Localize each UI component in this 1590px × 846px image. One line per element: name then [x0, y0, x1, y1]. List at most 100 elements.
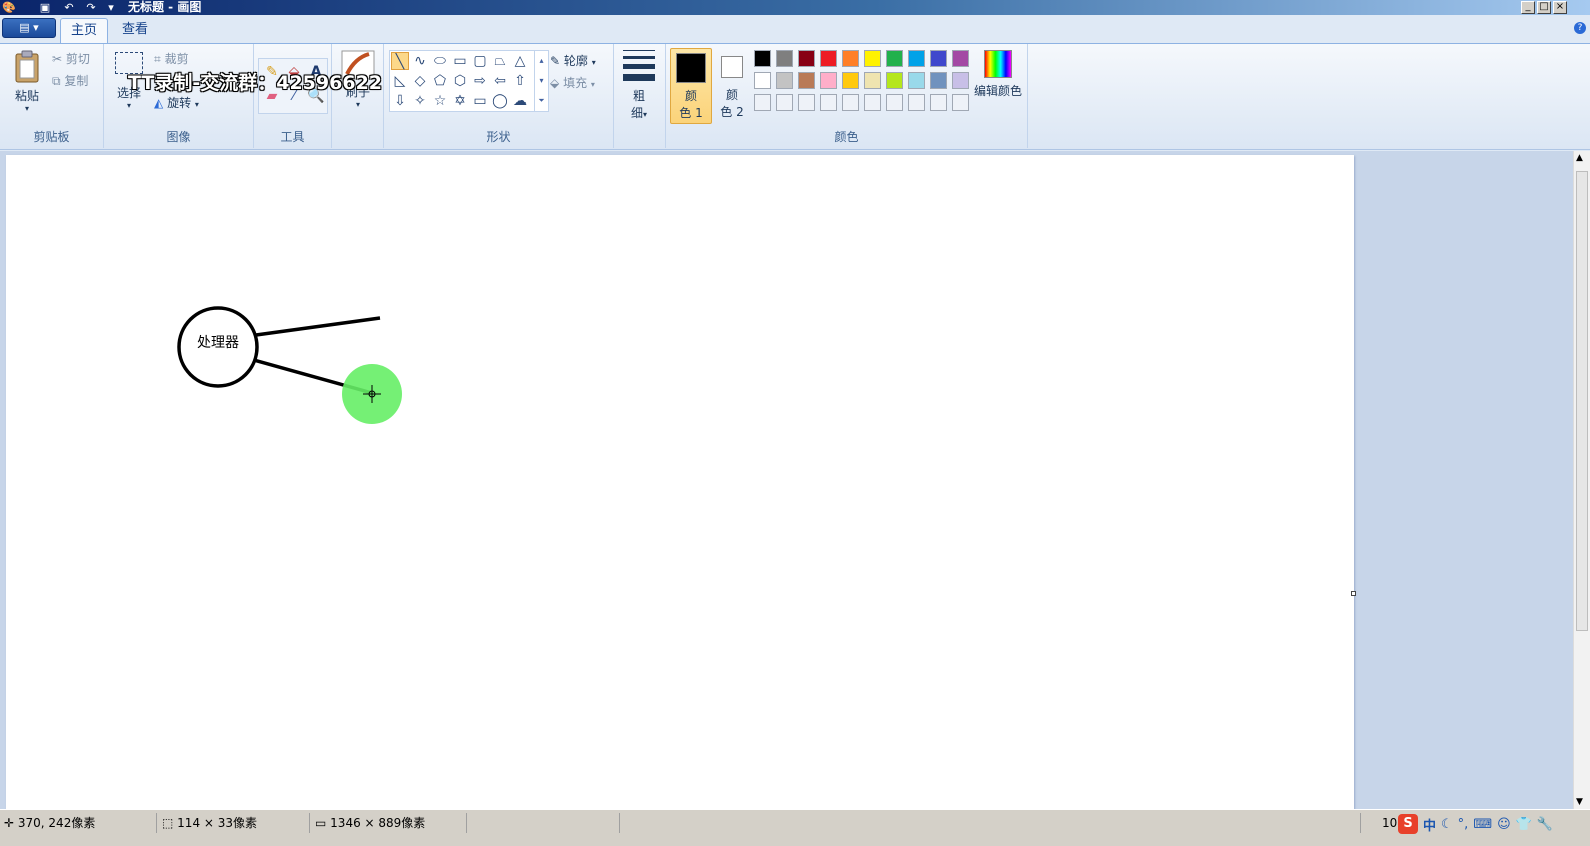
- tab-home[interactable]: 主页: [60, 18, 109, 43]
- up-arrow-shape-icon[interactable]: ⇧: [511, 72, 529, 90]
- right-triangle-shape-icon[interactable]: ◺: [391, 72, 409, 90]
- five-point-star-shape-icon[interactable]: ☆: [431, 92, 449, 110]
- maximize-button[interactable]: □: [1537, 1, 1551, 14]
- copy-button[interactable]: ⧉ 复制: [52, 72, 88, 89]
- cut-button[interactable]: ✂ 剪切: [52, 50, 90, 67]
- size-label-line1: 粗: [632, 89, 645, 103]
- palette-empty-swatch[interactable]: [798, 94, 815, 111]
- oval-shape-icon[interactable]: ⬭: [431, 52, 449, 70]
- shirt-icon[interactable]: 👕: [1516, 817, 1532, 832]
- halfwidth-moon-icon[interactable]: ☾: [1441, 817, 1453, 832]
- customize-qat-icon[interactable]: ▾: [104, 1, 118, 14]
- four-point-star-shape-icon[interactable]: ✧: [411, 92, 429, 110]
- size-button[interactable]: 粗 细▾: [622, 50, 656, 120]
- palette-empty-swatch[interactable]: [820, 94, 837, 111]
- rotate-button[interactable]: ◭ 旋转 ▾: [154, 94, 199, 111]
- close-button[interactable]: ×: [1553, 1, 1567, 14]
- scroll-down-icon[interactable]: ▼: [1576, 797, 1583, 807]
- tab-view[interactable]: 查看: [112, 18, 158, 43]
- copy-icon: ⧉: [52, 74, 61, 88]
- vertical-scrollbar[interactable]: ▲ ▼: [1573, 151, 1590, 809]
- palette-swatch[interactable]: [930, 50, 947, 67]
- minimize-button[interactable]: _: [1521, 1, 1535, 14]
- paint-app-icon[interactable]: 🎨: [2, 1, 16, 14]
- palette-swatch[interactable]: [908, 72, 925, 89]
- save-icon[interactable]: ▣: [38, 1, 52, 14]
- sogou-ime-icon[interactable]: S: [1398, 814, 1418, 834]
- palette-swatch[interactable]: [886, 72, 903, 89]
- palette-swatch[interactable]: [798, 72, 815, 89]
- undo-icon[interactable]: ↶: [62, 1, 76, 14]
- palette-swatch[interactable]: [864, 50, 881, 67]
- scrollbar-thumb[interactable]: [1576, 171, 1588, 631]
- cursor-position-icon: ✛: [4, 816, 15, 830]
- palette-swatch[interactable]: [930, 72, 947, 89]
- tools-group-label: 工具: [280, 130, 305, 144]
- palette-swatch[interactable]: [886, 50, 903, 67]
- palette-empty-swatch[interactable]: [930, 94, 947, 111]
- keyboard-icon[interactable]: ⌨: [1473, 817, 1492, 832]
- triangle-shape-icon[interactable]: △: [511, 52, 529, 70]
- redo-icon[interactable]: ↷: [84, 1, 98, 14]
- shapes-expand-icon[interactable]: ⏷: [535, 91, 548, 111]
- ime-mode-indicator[interactable]: 中: [1423, 815, 1436, 834]
- palette-empty-swatch[interactable]: [864, 94, 881, 111]
- palette-swatch[interactable]: [842, 72, 859, 89]
- shapes-scroll-down-icon[interactable]: ▾: [535, 71, 548, 91]
- crop-button[interactable]: ⌗ 裁剪: [154, 50, 189, 67]
- pentagon-shape-icon[interactable]: ⬠: [431, 72, 449, 90]
- rectangle-shape-icon[interactable]: ▭: [451, 52, 469, 70]
- edit-colors-button[interactable]: 编辑颜色: [972, 50, 1024, 120]
- rounded-rectangle-shape-icon[interactable]: ▢: [471, 52, 489, 70]
- cloud-callout-shape-icon[interactable]: ☁: [511, 92, 529, 110]
- palette-swatch[interactable]: [820, 72, 837, 89]
- palette-swatch[interactable]: [776, 50, 793, 67]
- palette-empty-swatch[interactable]: [842, 94, 859, 111]
- status-empty-pane: [468, 813, 620, 833]
- app-menu-button[interactable]: ▤ ▾: [2, 18, 56, 38]
- hexagon-shape-icon[interactable]: ⬡: [451, 72, 469, 90]
- palette-swatch[interactable]: [952, 50, 969, 67]
- shapes-scroll[interactable]: ▴ ▾ ⏷: [534, 51, 548, 111]
- palette-swatch[interactable]: [952, 72, 969, 89]
- outline-button[interactable]: ✎ 轮廓 ▾: [550, 52, 596, 69]
- paste-button[interactable]: 粘贴 ▾: [8, 50, 46, 118]
- system-tray: S 中 ☾ °, ⌨ ☺ 👕 🔧: [1398, 810, 1590, 838]
- palette-swatch[interactable]: [776, 72, 793, 89]
- palette-swatch[interactable]: [864, 72, 881, 89]
- palette-empty-swatch[interactable]: [776, 94, 793, 111]
- palette-swatch[interactable]: [908, 50, 925, 67]
- right-arrow-shape-icon[interactable]: ⇨: [471, 72, 489, 90]
- palette-swatch[interactable]: [842, 50, 859, 67]
- palette-empty-swatch[interactable]: [952, 94, 969, 111]
- curve-shape-icon[interactable]: ∿: [411, 52, 429, 70]
- palette-swatch[interactable]: [798, 50, 815, 67]
- line-shape-icon[interactable]: ╲: [391, 52, 409, 70]
- drawing-canvas[interactable]: 处理器: [6, 155, 1356, 809]
- scroll-up-icon[interactable]: ▲: [1576, 153, 1583, 163]
- shapes-scroll-up-icon[interactable]: ▴: [535, 51, 548, 71]
- canvas-resize-handle[interactable]: [1351, 591, 1356, 596]
- palette-swatch[interactable]: [820, 50, 837, 67]
- tools-wrench-icon[interactable]: 🔧: [1537, 817, 1553, 832]
- diamond-shape-icon[interactable]: ◇: [411, 72, 429, 90]
- rect-callout-shape-icon[interactable]: ▭: [471, 92, 489, 110]
- palette-empty-swatch[interactable]: [886, 94, 903, 111]
- down-arrow-shape-icon[interactable]: ⇩: [391, 92, 409, 110]
- palette-swatch[interactable]: [754, 72, 771, 89]
- oval-callout-shape-icon[interactable]: ◯: [491, 92, 509, 110]
- help-icon[interactable]: ?: [1574, 22, 1586, 34]
- color2-button[interactable]: 颜 色 2: [714, 48, 750, 124]
- polygon-shape-icon[interactable]: ⏢: [491, 52, 509, 70]
- fill-button[interactable]: ⬙ 填充 ▾: [550, 74, 595, 91]
- color1-button[interactable]: 颜 色 1: [670, 48, 712, 124]
- palette-swatch[interactable]: [754, 50, 771, 67]
- six-point-star-shape-icon[interactable]: ✡: [451, 92, 469, 110]
- left-arrow-shape-icon[interactable]: ⇦: [491, 72, 509, 90]
- punctuation-icon[interactable]: °,: [1458, 817, 1469, 832]
- zoom-level[interactable]: 10: [1378, 813, 1400, 833]
- palette-empty-swatch[interactable]: [908, 94, 925, 111]
- palette-empty-swatch[interactable]: [754, 94, 771, 111]
- skin-icon[interactable]: ☺: [1497, 817, 1511, 832]
- color2-swatch: [721, 56, 743, 78]
